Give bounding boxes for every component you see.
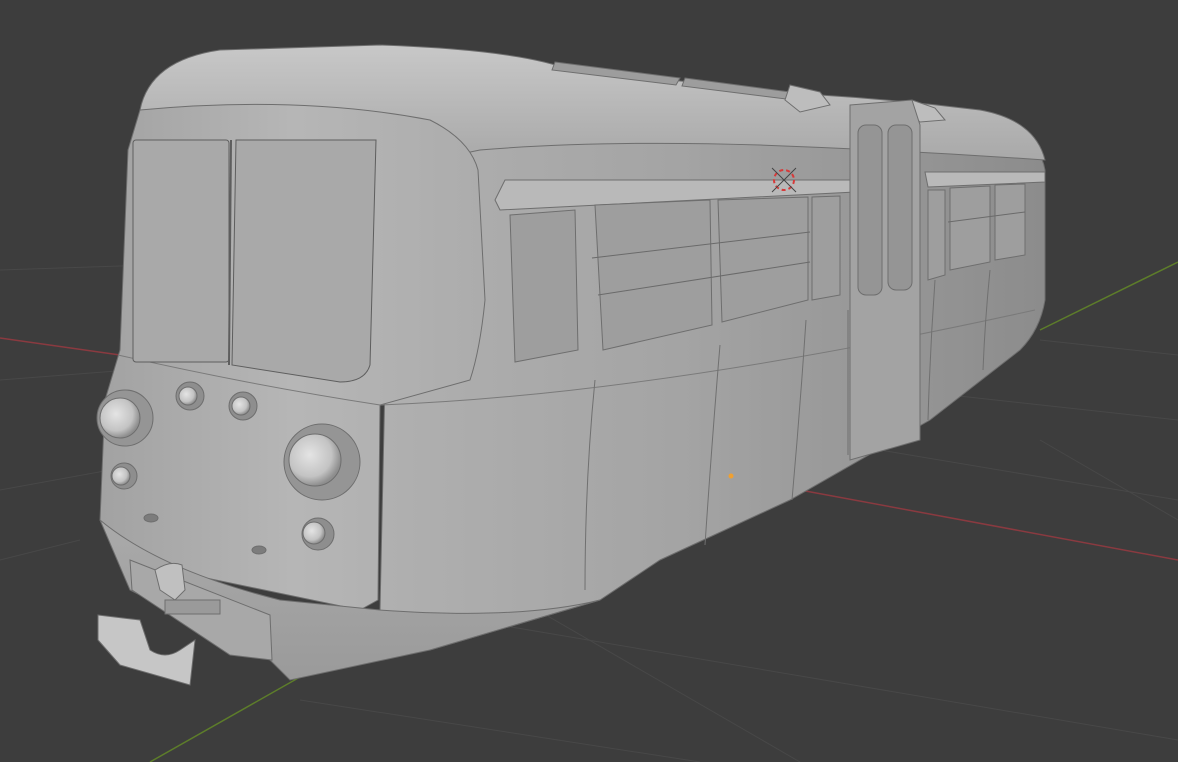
side-window[interactable] bbox=[994, 183, 1026, 261]
headlight-right[interactable] bbox=[283, 423, 361, 501]
3d-viewport[interactable] bbox=[0, 0, 1178, 762]
front-window-left[interactable] bbox=[132, 139, 230, 363]
side-window[interactable] bbox=[717, 196, 809, 323]
y-axis-line-right bbox=[1039, 261, 1178, 331]
side-window[interactable] bbox=[811, 195, 841, 301]
marker-lamp[interactable] bbox=[110, 462, 138, 490]
door-window[interactable] bbox=[857, 124, 883, 296]
side-window[interactable] bbox=[927, 189, 946, 281]
marker-lamp[interactable] bbox=[228, 391, 258, 421]
door-window[interactable] bbox=[887, 124, 913, 291]
viewport-canvas[interactable] bbox=[0, 0, 1178, 762]
headlight-left[interactable] bbox=[96, 389, 154, 447]
x-axis-line bbox=[0, 337, 121, 356]
front-socket[interactable] bbox=[143, 513, 159, 523]
front-window-right[interactable] bbox=[231, 139, 377, 383]
side-window[interactable] bbox=[509, 209, 579, 363]
marker-lamp[interactable] bbox=[175, 381, 205, 411]
side-window[interactable] bbox=[949, 185, 991, 271]
x-axis-line-right bbox=[799, 489, 1178, 561]
railcar-model[interactable] bbox=[96, 44, 1046, 686]
side-window[interactable] bbox=[594, 199, 713, 351]
front-socket[interactable] bbox=[251, 545, 267, 555]
marker-lamp[interactable] bbox=[301, 517, 335, 551]
object-origin-icon[interactable] bbox=[728, 473, 734, 479]
